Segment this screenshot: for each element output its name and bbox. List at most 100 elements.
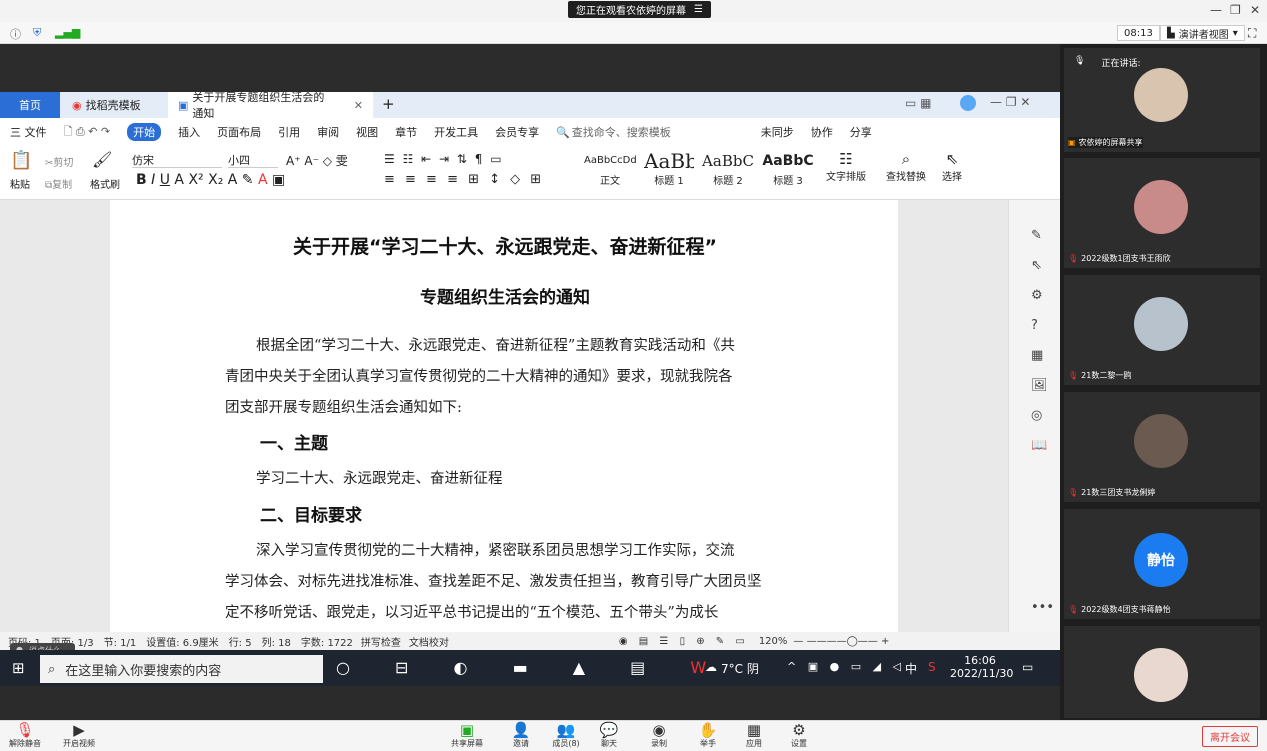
notification-icon[interactable]: ▭ <box>1022 660 1033 674</box>
members-button[interactable]: 👥 成员(8) <box>546 722 586 749</box>
format-painter-icon[interactable]: 🖌 <box>92 150 112 169</box>
quick-tools-icon[interactable]: 🗋 ⎙ ↶ ↷ <box>64 123 111 142</box>
font-size-tools-icon[interactable]: A⁺ A⁻ ◇ 雯 <box>286 152 348 169</box>
menu-review[interactable]: 审阅 <box>317 124 339 140</box>
video-button[interactable]: ▶ 开启视频 <box>59 722 99 749</box>
close-tab-icon[interactable]: ✕ <box>354 99 363 112</box>
ime-indicator[interactable]: 中 <box>905 660 917 677</box>
info-icon[interactable]: ⓘ <box>10 26 21 42</box>
select-button[interactable]: ⇖ 选择 <box>942 150 962 183</box>
invite-button[interactable]: 👤 邀请 <box>501 722 541 749</box>
cut-button[interactable]: ✂剪切 <box>45 154 73 169</box>
pen-icon[interactable]: ✎ <box>1031 228 1042 243</box>
menu-chapter[interactable]: 章节 <box>395 124 417 140</box>
cursor-icon[interactable]: ⇖ <box>1031 258 1042 273</box>
font-select[interactable]: 仿宋 <box>132 152 222 168</box>
tab-home[interactable]: 首页 <box>0 92 60 118</box>
user-avatar-icon[interactable] <box>960 95 976 111</box>
clock[interactable]: 16:06 2022/11/30 <box>950 654 1013 680</box>
close-icon[interactable]: ✕ <box>1250 3 1260 17</box>
spell-check[interactable]: 拼写检查 <box>361 634 401 649</box>
mic-muted-icon: 🎙 <box>1068 488 1079 497</box>
menu-insert[interactable]: 插入 <box>178 124 200 140</box>
taskbar-search[interactable]: ⌕ 在这里输入你要搜索的内容 <box>40 655 323 683</box>
collab-button[interactable]: 协作 <box>811 124 833 140</box>
record-button[interactable]: ◉ 录制 <box>639 722 679 749</box>
style-gallery[interactable]: AaBbCcDd 正文 AaBb 标题 1 AaBbC 标题 2 AaBbC 标题 3 <box>584 150 814 187</box>
view-mode-label: 演讲者视图 <box>1178 29 1229 41</box>
restore-icon[interactable]: ❐ <box>1230 3 1241 17</box>
menu-start[interactable]: 开始 <box>127 123 162 141</box>
menu-member[interactable]: 会员专享 <box>495 124 539 140</box>
doc-para1-line1: 根据全团“学习二十大、永远跟党走、奋进新征程”主题教育实践活动和《共 <box>256 338 735 354</box>
mute-button[interactable]: 🎙 解除静音 <box>5 722 45 749</box>
image-icon[interactable]: 🖼 <box>1031 378 1048 393</box>
leave-meeting-button[interactable]: 离开会议 <box>1202 726 1258 747</box>
apps-icon: ▦ <box>746 721 762 739</box>
settings-button[interactable]: ⚙ 设置 <box>779 722 819 749</box>
book-icon[interactable]: 📖 <box>1031 438 1047 453</box>
apps-button[interactable]: ▦ 应用 <box>734 722 774 749</box>
taskbar-apps[interactable]: ○ ⊟ ◐ ▬ ▲ ▤ W <box>336 658 726 677</box>
participant-tile[interactable]: 静怡 🎙 2022级数4团支书蒋静怡 <box>1064 509 1260 619</box>
sync-status[interactable]: 未同步 <box>761 124 794 140</box>
view-icons[interactable]: ◉ ▤ ☰ ▯ ⊕ ✎ ▭ <box>619 636 749 647</box>
view-mode-select[interactable]: ▙ 演讲者视图 ▾ <box>1160 25 1245 41</box>
help-icon[interactable]: ? <box>1031 318 1038 333</box>
fullscreen-icon[interactable]: ⛶ <box>1248 26 1256 41</box>
text-format-icons[interactable]: B I U A X² X₂ A ✎ A ▣ <box>136 172 285 188</box>
windows-start-icon[interactable]: ⊞ <box>12 659 25 677</box>
raise-hand-button[interactable]: ✋ 举手 <box>688 722 728 749</box>
menu-dev-tools[interactable]: 开发工具 <box>434 124 478 140</box>
participant-tile[interactable]: 🎙 21数二黎一鸥 <box>1064 275 1260 385</box>
minimize-icon[interactable]: — <box>1210 3 1222 17</box>
participant-tile[interactable]: 🎙 2022级数1团支书王雨欣 <box>1064 158 1260 268</box>
layout-icon[interactable]: ▭ ▦ <box>905 96 932 110</box>
share-banner[interactable]: 您正在观看农依婷的屏幕 ☰ <box>568 1 711 18</box>
share-button[interactable]: 分享 <box>850 124 872 140</box>
new-tab-icon[interactable]: + <box>382 95 395 113</box>
tray-icons[interactable]: ^ ▣ ● ▭ ◢ ◁ <box>787 660 905 673</box>
participant-tile-speaking[interactable]: 🎙 正在讲话: ▣ 农依婷的屏幕共享 <box>1064 48 1260 152</box>
wps-window-controls[interactable]: — ❐ ✕ <box>990 95 1030 109</box>
compass-icon[interactable]: ◎ <box>1031 408 1042 423</box>
style-h2[interactable]: AaBbC 标题 2 <box>702 150 754 187</box>
chat-button[interactable]: 💬 聊天 <box>589 722 629 749</box>
participant-name: ▣ 农依婷的屏幕共享 <box>1068 137 1143 148</box>
find-replace-button[interactable]: ⌕ 查找替换 <box>886 150 926 183</box>
size-select[interactable]: 小四 <box>228 152 278 168</box>
sogou-icon[interactable]: S <box>928 660 936 674</box>
align-tools-icon[interactable]: ≡ ≡ ≡ ≡ ⊞ ↕ ◇ ⊞ <box>384 172 544 187</box>
participant-tile[interactable] <box>1064 626 1260 718</box>
doc-proof[interactable]: 文档校对 <box>409 634 449 649</box>
menu-reference[interactable]: 引用 <box>278 124 300 140</box>
weather-widget[interactable]: ☁ 7°C 阴 <box>705 660 759 677</box>
tab-document[interactable]: ▣ 关于开展专题组织生活会的通知 ✕ <box>168 91 373 120</box>
security-icon[interactable]: ⛨ <box>33 26 41 40</box>
zoom-slider[interactable]: — ————◯—— + <box>793 636 889 647</box>
menu-view[interactable]: 视图 <box>356 124 378 140</box>
menu-layout[interactable]: 页面布局 <box>217 124 261 140</box>
share-screen-button[interactable]: ▣ 共享屏幕 <box>447 722 487 749</box>
style-h1[interactable]: AaBb 标题 1 <box>644 150 694 187</box>
style-h3[interactable]: AaBbC 标题 3 <box>762 150 814 187</box>
adjust-icon[interactable]: ⚙ <box>1031 288 1043 303</box>
status-words[interactable]: 字数: 1722 <box>301 634 353 649</box>
participant-name-text: 21数二黎一鸥 <box>1081 371 1132 380</box>
table-icon[interactable]: ▦ <box>1031 348 1043 363</box>
list-tools-icon[interactable]: ☰ ☷ ⇤ ⇥ ⇅ ¶ ▭ <box>384 152 504 166</box>
menu-file[interactable]: 三 文件 <box>10 124 47 140</box>
zoom-level[interactable]: 120% <box>759 636 788 647</box>
format-painter-label[interactable]: 格式刷 <box>90 176 120 191</box>
gear-icon: ⚙ <box>792 721 806 739</box>
paste-icon[interactable]: 📋 <box>10 150 32 171</box>
text-layout-button[interactable]: ☷ 文字排版 <box>826 150 866 183</box>
style-normal[interactable]: AaBbCcDd 正文 <box>584 155 637 187</box>
tab-template[interactable]: ◉ 找稻壳模板 <box>62 92 167 118</box>
paste-label[interactable]: 粘贴 <box>10 176 30 191</box>
menu-icon[interactable]: ☰ <box>694 4 703 15</box>
more-icon[interactable]: ••• <box>1031 600 1054 615</box>
command-search[interactable]: 查找命令、搜索模板 <box>572 124 671 140</box>
copy-button[interactable]: ⧉复制 <box>45 176 72 191</box>
participant-tile[interactable]: 🎙 21数三团支书龙俐婷 <box>1064 392 1260 502</box>
